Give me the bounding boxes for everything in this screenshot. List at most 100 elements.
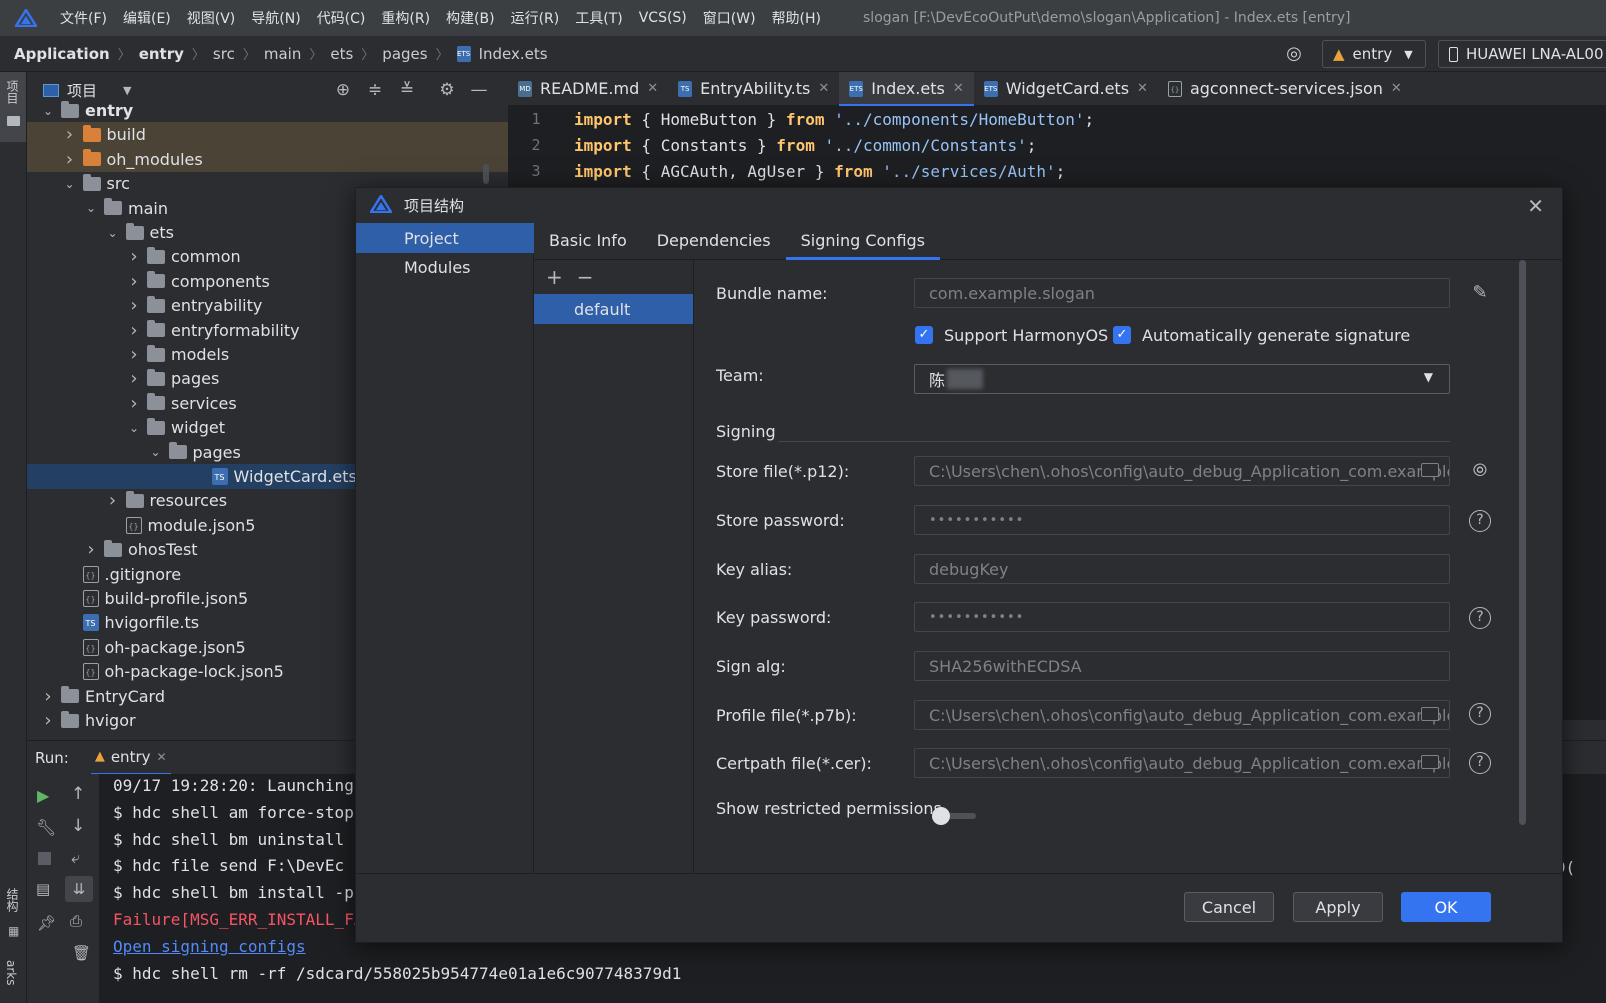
chevron-down-icon[interactable]: ⌄ [39,104,57,118]
play-icon[interactable]: ▶ [37,786,49,805]
close-icon[interactable]: ✕ [1391,81,1402,96]
edit-pencil-icon[interactable]: ✎ [1469,282,1491,304]
help-icon[interactable]: ? [1469,752,1491,774]
menu-window[interactable]: 窗口(W) [695,8,764,28]
scroll-to-end-icon[interactable]: ⇊ [65,876,93,902]
breadcrumb-main[interactable]: main [264,45,301,63]
help-icon[interactable]: ? [1469,703,1491,725]
chevron-right-icon[interactable]: › [125,393,143,414]
bundle-name-field[interactable]: com.example.slogan [914,278,1450,308]
auto-generate-signature-checkbox[interactable]: ✓ [1113,326,1131,344]
tab-dependencies[interactable]: Dependencies [642,222,786,259]
nav-item-modules[interactable]: Modules [356,252,534,282]
chevron-right-icon[interactable]: › [104,490,122,511]
expand-all-icon[interactable]: ≑ [365,80,385,100]
chevron-right-icon[interactable]: › [61,149,79,170]
structure-tool-label[interactable]: 结构 [4,888,21,912]
folder-browse-icon[interactable] [1421,463,1439,477]
breadcrumb-index-ets[interactable]: Index.ets [479,45,548,63]
tab-entryability[interactable]: TS EntryAbility.ts ✕ [668,72,839,106]
chevron-down-icon[interactable]: ⌄ [82,201,100,215]
chevron-right-icon[interactable]: › [125,320,143,341]
tab-widgetcard[interactable]: ETS WidgetCard.ets ✕ [974,72,1158,106]
menu-navigate[interactable]: 导航(N) [243,8,308,28]
device-select[interactable]: HUAWEI LNA-AL00 [1438,40,1606,68]
breadcrumb-pages[interactable]: pages [382,45,427,63]
run-tab-entry[interactable]: ▲ entry ✕ [90,741,171,775]
chevron-down-icon[interactable]: ▼ [123,84,131,97]
key-alias-field[interactable]: debugKey [914,554,1450,584]
tab-signing-configs[interactable]: Signing Configs [785,222,941,260]
chevron-down-icon[interactable]: ⌄ [147,445,165,459]
restricted-permissions-toggle[interactable] [932,807,976,825]
gear-icon[interactable]: ⚙ [437,80,457,100]
minimize-icon[interactable]: — [469,80,489,100]
menu-run[interactable]: 运行(R) [503,8,568,28]
menu-build[interactable]: 构建(B) [438,8,503,28]
key-password-field[interactable]: ••••••••••• [914,602,1450,632]
apply-button[interactable]: Apply [1293,892,1383,922]
menu-code[interactable]: 代码(C) [309,8,374,28]
trash-icon[interactable]: 🗑︎ [72,944,91,962]
print-icon[interactable]: ⎙ [70,912,82,930]
menu-edit[interactable]: 编辑(E) [115,8,179,28]
profile-file-field[interactable]: C:\Users\chen\.ohos\config\auto_debug_Ap… [914,700,1450,730]
store-password-field[interactable]: ••••••••••• [914,505,1450,535]
remove-icon[interactable]: − [577,265,594,289]
close-icon[interactable]: ✕ [953,81,964,96]
close-icon[interactable]: ✕ [1527,194,1544,218]
layout-icon[interactable]: ▤ [36,880,50,898]
wrench-icon[interactable]: 🔧︎ [36,818,56,837]
arrow-up-icon[interactable]: ↑ [71,784,85,804]
certpath-file-field[interactable]: C:\Users\chen\.ohos\config\auto_debug_Ap… [914,748,1450,778]
chevron-right-icon[interactable]: › [39,686,57,707]
arrow-down-icon[interactable]: ↓ [71,816,85,836]
chevron-right-icon[interactable]: › [39,710,57,731]
config-item-default[interactable]: default [534,294,693,324]
chevron-right-icon[interactable]: › [125,246,143,267]
locate-target-icon[interactable]: ◎ [1284,44,1304,64]
breadcrumb-ets[interactable]: ets [330,45,353,63]
open-signing-configs-link[interactable]: Open signing configs [113,937,306,956]
menu-refactor[interactable]: 重构(R) [373,8,438,28]
add-icon[interactable]: + [546,265,563,289]
stop-icon[interactable] [38,852,51,865]
close-icon[interactable]: ✕ [818,81,829,96]
tree-item[interactable]: › build [27,122,508,148]
dialog-title-bar[interactable]: 项目结构 ✕ [356,188,1562,223]
support-harmonyos-checkbox[interactable]: ✓ [915,326,933,344]
tree-scrollbar[interactable] [483,164,489,184]
close-icon[interactable]: ✕ [647,81,658,96]
form-scrollbar[interactable] [1519,260,1526,825]
menu-view[interactable]: 视图(V) [179,8,244,28]
chevron-right-icon[interactable]: › [125,295,143,316]
tab-agconnect-services[interactable]: {} agconnect-services.json ✕ [1158,72,1412,106]
tab-index-ets[interactable]: ETS Index.ets ✕ [839,71,974,106]
menu-help[interactable]: 帮助(H) [764,8,829,28]
folder-browse-icon[interactable] [1421,707,1439,721]
soft-wrap-icon[interactable]: ⤶ [71,848,80,868]
bookmarks-tool-label[interactable]: arks [4,960,18,986]
breadcrumb-entry[interactable]: entry [139,45,184,63]
cancel-button[interactable]: Cancel [1184,892,1274,922]
tree-item[interactable]: › oh_modules [27,146,508,172]
help-icon[interactable]: ? [1469,510,1491,532]
menu-vcs[interactable]: VCS(S) [631,10,695,26]
chevron-right-icon[interactable]: › [82,539,100,560]
help-icon[interactable]: ? [1469,607,1491,629]
chevron-down-icon[interactable]: ⌄ [125,421,143,435]
chevron-right-icon[interactable]: › [61,124,79,145]
breadcrumb-application[interactable]: Application [14,45,110,63]
nav-item-project[interactable]: Project [356,223,534,253]
menu-file[interactable]: 文件(F) [52,8,115,28]
run-config-select[interactable]: ▲ entry ▼ [1322,40,1426,68]
menu-tools[interactable]: 工具(T) [567,8,630,28]
pin-icon[interactable]: 📌︎ [37,914,56,932]
tree-item[interactable]: ⌄ entry [27,98,508,123]
collapse-all-icon[interactable]: ≚ [397,80,417,100]
team-select[interactable]: 陈 ▼ [914,364,1450,394]
ok-button[interactable]: OK [1401,892,1491,922]
crosshair-icon[interactable]: ⊕ [333,80,353,100]
chevron-right-icon[interactable]: › [125,368,143,389]
breadcrumb-src[interactable]: src [213,45,235,63]
